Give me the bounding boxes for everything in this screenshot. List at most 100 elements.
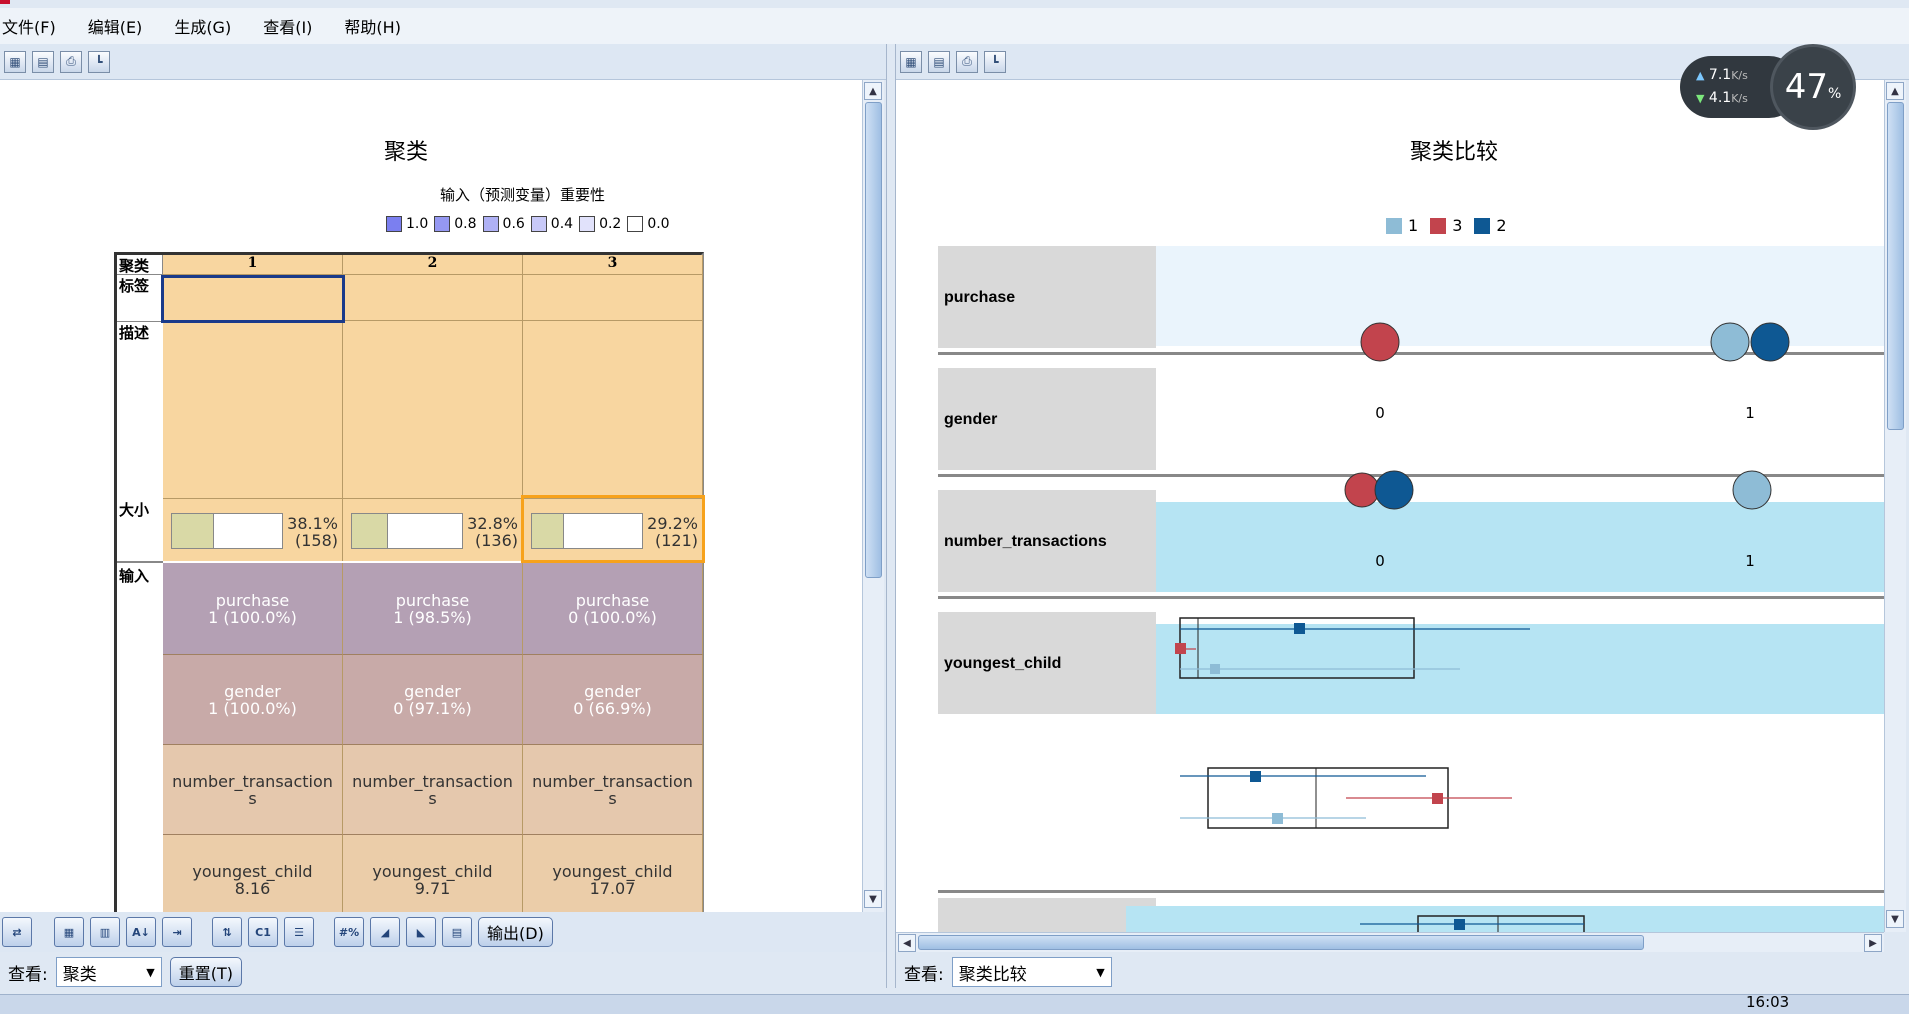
importance-swatch [386,216,402,232]
scroll-up-icon[interactable]: ▲ [1886,82,1904,100]
upload-speed: 7.1 [1708,67,1732,83]
mean-marker-cluster-2 [1294,623,1305,634]
list-icon[interactable]: ☰ [284,917,314,947]
sort-cluster-icon[interactable]: ⇅ [212,917,242,947]
scroll-thumb[interactable] [918,935,1644,950]
scroll-right-icon[interactable]: ▶ [1864,934,1882,952]
tree-icon[interactable]: ┗ [88,50,110,73]
chart-icon[interactable]: ▦ [4,50,26,73]
left-pane-toolbar: ▦ ▤ ⎙ ┗ [0,44,886,80]
feature-name: youngest_child [192,861,313,881]
table-icon[interactable]: ▤ [442,917,472,947]
row-divider [117,561,163,563]
feature-value: 9.71 [414,878,451,898]
feature-name: youngest_child [372,861,493,881]
tree-icon[interactable]: ┗ [984,50,1006,73]
feature-cell-gender[interactable]: gender 0 (66.9%) [523,655,703,745]
feature-name: gender [404,681,461,701]
insert-icon[interactable]: ⇥ [162,917,192,947]
cluster-header[interactable]: 2 [343,255,523,275]
variable-label: youngest_child [944,655,1061,672]
mean-marker-cluster-2 [1454,919,1465,930]
percent-icon[interactable]: #% [334,917,364,947]
cluster-description-cell[interactable] [523,321,703,499]
swap-icon[interactable]: ⇄ [2,917,32,947]
grid-alt-icon[interactable]: ▥ [90,917,120,947]
chart-icon[interactable]: ▦ [900,50,922,73]
importance-legend: 1.0 0.8 0.6 0.4 0.2 0.0 [384,216,670,232]
copy-icon[interactable]: ▤ [928,50,950,73]
variable-label: purchase [944,289,1015,306]
feature-cell-purchase[interactable]: purchase 1 (98.5%) [343,563,523,655]
print-icon[interactable]: ⎙ [956,50,978,73]
feature-cell-nt[interactable]: number_transaction s [163,745,343,835]
size-count: (136) [474,531,518,550]
scroll-thumb[interactable] [865,102,882,578]
feature-cell-gender[interactable]: gender 0 (97.1%) [343,655,523,745]
variable-label: number_transactions [944,533,1107,550]
importance-swatch [530,216,547,232]
view-select-value: 聚类比较 [958,964,1027,985]
size-value: 38.1% (158) [287,515,338,549]
menu-file[interactable]: 文件(F) [0,14,58,38]
cluster-description-cell[interactable] [163,321,343,499]
menu-edit[interactable]: 编辑(E) [86,14,145,38]
feature-cell-nt[interactable]: number_transaction s [343,745,523,835]
cluster-description-cell[interactable] [343,321,523,499]
mean-marker-cluster-3 [1175,643,1186,654]
right-horizontal-scrollbar[interactable]: ◀ ▶ [896,932,1884,952]
scroll-up-icon[interactable]: ▲ [864,82,882,100]
feature-value: 1 (100.0%) [208,698,297,718]
sort-c1c2-icon[interactable]: C1 [248,917,278,947]
cluster-size-cell[interactable]: 32.8% (136) [343,499,523,561]
cluster-size-cell[interactable]: 38.1% (158) [163,499,343,561]
copy-icon[interactable]: ▤ [32,50,54,73]
view-select[interactable]: 聚类 ▼ [55,957,162,987]
scroll-down-icon[interactable]: ▼ [1886,910,1904,928]
axis-tick-label: 0 [1375,404,1385,422]
size-count: (158) [294,531,338,550]
left-vertical-scrollbar[interactable]: ▲ ▼ [862,80,884,912]
feature-cell-purchase[interactable]: purchase 1 (100.0%) [163,563,343,655]
sort-az-icon[interactable]: A↓ [126,917,156,947]
importance-swatch [579,216,596,232]
cluster-label-cell[interactable] [523,275,703,321]
dot-cluster-2 [1750,322,1790,362]
output-button[interactable]: 输出(D) [478,917,553,947]
feature-cell-purchase[interactable]: purchase 0 (100.0%) [523,563,703,655]
feature-cell-gender[interactable]: gender 1 (100.0%) [163,655,343,745]
importance-swatch [434,216,451,232]
cluster-header[interactable]: 3 [523,255,703,275]
chart-red-icon[interactable]: ◢ [370,917,400,947]
scroll-down-icon[interactable]: ▼ [864,890,882,908]
view-select[interactable]: 聚类比较 ▼ [951,957,1112,987]
scroll-left-icon[interactable]: ◀ [898,934,916,952]
cluster-label-cell[interactable] [343,275,523,321]
mean-marker-cluster-1 [1272,813,1283,824]
size-bar-fill [172,514,214,548]
dot-cluster-1 [1710,322,1750,362]
importance-swatch [482,216,499,232]
size-value: 32.8% (136) [467,515,518,549]
reset-button[interactable]: 重置(T) [169,957,242,987]
cluster-header[interactable]: 1 [163,255,343,275]
pane-splitter[interactable] [886,44,896,988]
view-label: 查看: [8,964,48,985]
print-icon[interactable]: ⎙ [60,50,82,73]
right-vertical-scrollbar[interactable]: ▲ ▼ [1884,80,1906,932]
memory-usage-gauge[interactable]: 47% [1770,44,1856,130]
feature-cell-nt[interactable]: number_transaction s [523,745,703,835]
view-label: 查看: [904,964,944,985]
row-label-desc: 描述 [117,321,163,471]
menu-help[interactable]: 帮助(H) [342,14,403,38]
dot-cluster-2 [1374,470,1414,510]
feature-name: number_transaction [172,771,333,791]
feature-name: number_transaction [532,771,693,791]
menu-view[interactable]: 查看(I) [261,14,314,38]
scroll-thumb[interactable] [1887,102,1904,430]
grid-icon[interactable]: ▦ [54,917,84,947]
menu-generate[interactable]: 生成(G) [172,14,233,38]
cluster-view-pane: 聚类 输入（预测变量）重要性 1.0 0.8 0.6 0.4 0.2 0.0 聚类 标签 … [0,80,884,925]
chart-red-alt-icon[interactable]: ◣ [406,917,436,947]
importance-legend-label: 0.0 [647,216,670,232]
